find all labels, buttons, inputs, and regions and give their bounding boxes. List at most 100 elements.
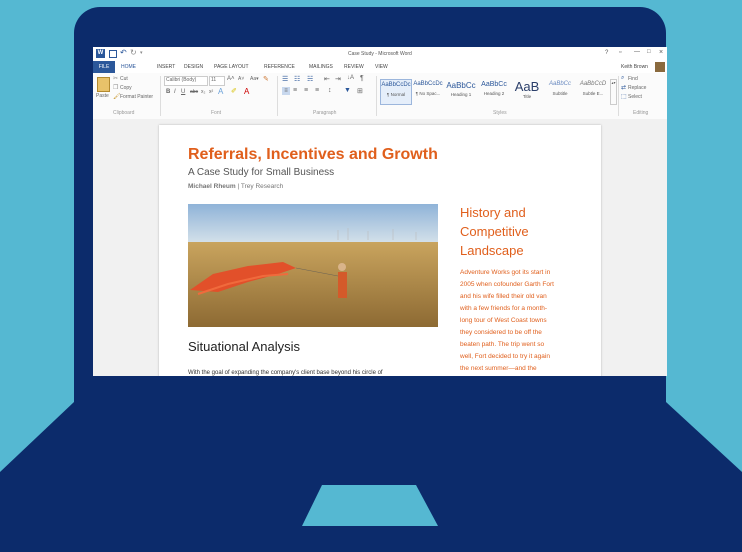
user-name[interactable]: Keith Brown xyxy=(621,64,648,70)
show-formatting-icon[interactable]: ¶ xyxy=(360,75,364,82)
tab-home[interactable]: HOME xyxy=(121,64,136,70)
increase-indent-icon[interactable]: ⇥ xyxy=(335,75,341,83)
trackpad xyxy=(302,485,438,526)
sidebar-heading-line: Landscape xyxy=(460,243,524,258)
author-line: Michael Rheum | Trey Research xyxy=(188,183,283,190)
borders-icon[interactable]: ⊞ xyxy=(357,87,363,95)
subscript-icon[interactable]: x₂ xyxy=(201,89,205,95)
format-painter-button[interactable]: Format Painter xyxy=(120,94,153,100)
editing-group-label: Editing xyxy=(633,110,649,116)
word-logo-icon: W xyxy=(96,49,105,58)
sidebar-text-line: they considered to be off the xyxy=(460,329,542,336)
style-name: Heading 2 xyxy=(483,91,505,96)
document-page[interactable]: Referrals, Incentives and Growth A Case … xyxy=(159,125,601,376)
multilevel-list-icon[interactable]: ☵ xyxy=(307,75,313,83)
field-kite-photo xyxy=(188,204,438,327)
shading-icon[interactable]: ▼ xyxy=(344,87,351,94)
align-center-icon[interactable]: ≡ xyxy=(293,87,297,94)
paragraph-group-label: Paragraph xyxy=(313,110,337,116)
sidebar-text-line: 2005 when cofounder Garth Fort xyxy=(460,281,554,288)
close-button[interactable]: × xyxy=(659,49,663,56)
style-preview: AaBbCcD xyxy=(579,81,607,87)
style-name: Title xyxy=(522,94,532,99)
paste-icon[interactable] xyxy=(97,77,110,92)
highlight-icon[interactable]: ✐ xyxy=(231,87,237,95)
replace-button[interactable]: Replace xyxy=(628,85,646,91)
styles-scroll-icon[interactable]: ▴▾ xyxy=(610,79,617,105)
replace-icon: ⇄ xyxy=(621,85,627,91)
strikethrough-icon[interactable]: abc xyxy=(190,89,198,95)
document-area: Referrals, Incentives and Growth A Case … xyxy=(93,119,667,376)
style-name: ¶ No Spac... xyxy=(415,91,441,96)
clipboard-group-label: Clipboard xyxy=(113,110,135,116)
font-color-icon[interactable]: A xyxy=(244,87,249,96)
style-heading-1[interactable]: AaBbCc Heading 1 xyxy=(446,79,476,103)
shrink-font-icon[interactable]: A˅ xyxy=(238,76,244,82)
copy-button[interactable]: Copy xyxy=(120,85,132,91)
sort-icon[interactable]: ↓A xyxy=(347,75,354,81)
company-name: Trey Research xyxy=(240,183,284,190)
style-preview: AaBbCc xyxy=(446,81,476,90)
tab-mailings[interactable]: MAILINGS xyxy=(309,64,333,70)
minimize-button[interactable]: — xyxy=(634,49,640,55)
sidebar-heading-line: Competitive xyxy=(460,224,529,239)
style-preview: AaBbCc xyxy=(481,81,507,88)
bullets-icon[interactable]: ☰ xyxy=(282,75,288,83)
cut-button[interactable]: Cut xyxy=(120,76,128,82)
sidebar-text-line: beaten path. The trip went so xyxy=(460,341,545,348)
divider xyxy=(160,76,161,116)
select-button[interactable]: Select xyxy=(628,94,642,100)
decrease-indent-icon[interactable]: ⇤ xyxy=(324,75,330,83)
change-case-icon[interactable]: Aa▾ xyxy=(250,76,259,82)
align-left-icon[interactable]: ≡ xyxy=(282,87,290,95)
style-subtle-emphasis[interactable]: AaBbCcD Subtle E... xyxy=(578,79,608,103)
find-icon: ⌕ xyxy=(621,75,625,81)
author-name: Michael Rheum xyxy=(188,183,236,190)
tab-view[interactable]: VIEW xyxy=(375,64,388,70)
style-preview: AaBbCc xyxy=(548,81,571,87)
tab-references[interactable]: REFERENCE xyxy=(264,64,295,70)
sidebar-text-line: the next summer—and the xyxy=(460,365,537,372)
text-effects-icon[interactable]: A xyxy=(218,87,223,96)
divider xyxy=(277,76,278,116)
numbering-icon[interactable]: ☷ xyxy=(294,75,300,83)
style-normal[interactable]: AaBbCcDc ¶ Normal xyxy=(380,79,412,105)
section-heading: Situational Analysis xyxy=(188,339,301,354)
maximize-button[interactable]: □ xyxy=(647,49,651,55)
save-icon[interactable] xyxy=(109,50,117,58)
align-right-icon[interactable]: ≡ xyxy=(304,87,308,94)
underline-icon[interactable]: U xyxy=(181,89,185,95)
undo-icon[interactable]: ↶ xyxy=(120,48,127,57)
superscript-icon[interactable]: x² xyxy=(209,89,213,95)
line-spacing-icon[interactable]: ↕ xyxy=(328,87,332,94)
style-title[interactable]: AaB Title xyxy=(512,79,542,103)
style-preview: AaB xyxy=(514,79,540,94)
style-preview: AaBbCcDc xyxy=(413,81,443,87)
tab-review[interactable]: REVIEW xyxy=(344,64,364,70)
tab-design[interactable]: DESIGN xyxy=(184,64,203,70)
bold-icon[interactable]: B xyxy=(166,89,170,95)
grow-font-icon[interactable]: A˄ xyxy=(227,76,235,82)
redo-icon[interactable]: ↻ xyxy=(130,48,137,57)
ribbon-tab-bar: FILE HOME INSERT DESIGN PAGE LAYOUT REFE… xyxy=(93,61,667,73)
style-subtitle[interactable]: AaBbCc Subtitle xyxy=(545,79,575,103)
help-button[interactable]: ? xyxy=(605,50,608,56)
clear-formatting-icon[interactable]: ✎ xyxy=(263,75,269,83)
tab-page-layout[interactable]: PAGE LAYOUT xyxy=(214,64,249,70)
style-heading-2[interactable]: AaBbCc Heading 2 xyxy=(479,79,509,103)
style-no-spacing[interactable]: AaBbCcDc ¶ No Spac... xyxy=(413,79,443,103)
style-name: Subtitle xyxy=(552,91,568,96)
sidebar-text-line: Adventure Works got its start in xyxy=(460,269,551,276)
ribbon-display-button[interactable]: ▫ xyxy=(619,49,621,56)
tab-file[interactable]: FILE xyxy=(93,61,115,73)
sidebar-text-line: long tour of West Coast towns xyxy=(460,317,547,324)
italic-icon[interactable]: I xyxy=(174,89,176,95)
window-title: Case Study - Microsoft Word xyxy=(348,51,412,57)
find-button[interactable]: Find xyxy=(628,76,638,82)
paste-button[interactable]: Paste xyxy=(96,93,109,99)
avatar[interactable] xyxy=(655,62,665,72)
font-size-value: 11 xyxy=(211,77,217,83)
justify-icon[interactable]: ≡ xyxy=(315,87,319,94)
customize-toolbar-icon[interactable]: ▾ xyxy=(140,50,143,56)
tab-insert[interactable]: INSERT xyxy=(157,64,175,70)
